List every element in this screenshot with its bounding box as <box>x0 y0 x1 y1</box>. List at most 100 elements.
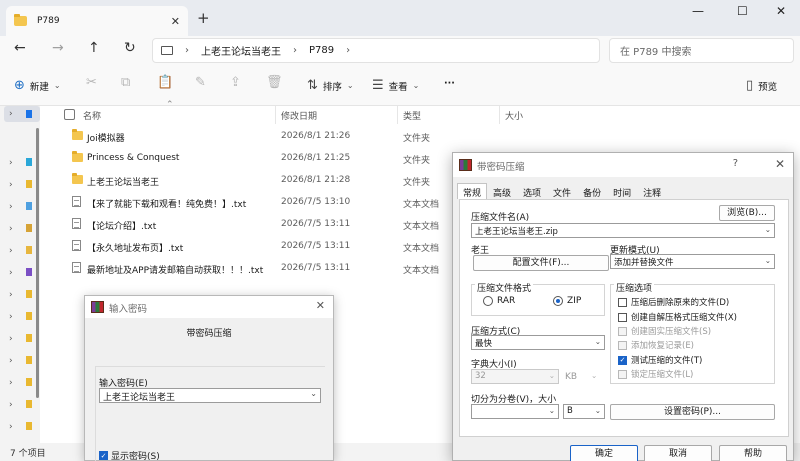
show-password-checkbox[interactable]: ✓ 显示密码(S) <box>99 449 160 461</box>
chevron-right-icon[interactable]: › <box>9 202 13 212</box>
rename-icon[interactable]: ✎ <box>195 75 206 90</box>
help-icon[interactable]: ? <box>733 158 738 169</box>
cancel-button[interactable]: 取消 <box>644 445 712 461</box>
ok-button[interactable]: 确定 <box>570 445 638 461</box>
profiles-button[interactable]: 配置文件(F)... <box>473 255 609 271</box>
solid-archive-checkbox[interactable]: 创建固实压缩文件(S) <box>618 325 711 337</box>
chevron-down-icon[interactable]: ⌄ <box>549 371 555 380</box>
share-icon[interactable]: ⇪ <box>230 75 241 90</box>
chevron-right-icon[interactable]: › <box>9 246 13 256</box>
cut-icon[interactable]: ✂ <box>86 75 97 90</box>
password-input[interactable]: 上老王论坛当老王 ⌄ <box>99 388 321 403</box>
chevron-down-icon: ⌄ <box>53 81 61 90</box>
breadcrumb-item[interactable]: P789 <box>309 45 334 56</box>
close-dialog-button[interactable]: ✕ <box>316 299 325 312</box>
chevron-down-icon[interactable]: ⌄ <box>595 337 601 346</box>
minimize-button[interactable]: — <box>692 4 704 18</box>
dict-size-select[interactable]: 32 ⌄ <box>471 369 559 384</box>
breadcrumb-item[interactable]: 上老王论坛当老王 <box>201 43 281 58</box>
select-all-checkbox[interactable] <box>64 109 75 120</box>
back-button[interactable]: ← <box>14 40 26 56</box>
tab-files[interactable]: 文件 <box>547 183 577 199</box>
column-date[interactable]: 修改日期 <box>281 109 317 122</box>
close-tab-icon[interactable]: ✕ <box>171 15 180 28</box>
dialog-title-bar[interactable]: 带密码压缩 ? ✕ <box>453 153 793 177</box>
new-tab-button[interactable]: + <box>197 9 210 27</box>
chevron-down-icon[interactable]: ⌄ <box>591 371 597 380</box>
paste-icon[interactable]: 📋 <box>157 75 173 90</box>
chevron-down-icon[interactable]: ⌄ <box>310 389 317 398</box>
test-archive-checkbox[interactable]: ✓ 测试压缩的文件(T) <box>618 354 702 366</box>
split-unit-select[interactable]: B ⌄ <box>563 404 605 419</box>
dialog-title-bar[interactable]: 输入密码 ✕ <box>85 296 333 318</box>
file-row[interactable]: Joi模拟器 2026/8/1 21:26 文件夹 <box>40 126 800 147</box>
close-dialog-button[interactable]: ✕ <box>775 157 785 171</box>
chevron-right-icon[interactable]: › <box>9 400 13 410</box>
tab-comment[interactable]: 注释 <box>637 183 667 199</box>
format-rar-radio[interactable]: RAR <box>483 296 515 306</box>
chevron-right-icon[interactable]: › <box>9 334 13 344</box>
tab-backup[interactable]: 备份 <box>577 183 607 199</box>
new-button[interactable]: ⊕ 新建 ⌄ <box>14 78 61 93</box>
archive-name-input[interactable]: 上老王论坛当老王.zip ⌄ <box>471 223 775 238</box>
update-mode-value: 添加并替换文件 <box>614 258 674 268</box>
lock-archive-checkbox[interactable]: 锁定压缩文件(L) <box>618 368 693 380</box>
delete-icon[interactable]: 🗑 <box>266 75 283 90</box>
address-bar[interactable]: › 上老王论坛当老王 › P789 › <box>152 38 600 63</box>
column-divider[interactable] <box>397 106 398 124</box>
up-button[interactable]: ↑ <box>88 40 100 56</box>
tab-options[interactable]: 选项 <box>517 183 547 199</box>
more-options-button[interactable]: ··· <box>444 78 455 89</box>
browse-button[interactable]: 浏览(B)... <box>719 205 775 221</box>
chevron-right-icon[interactable]: › <box>346 45 350 56</box>
tab-p789[interactable]: P789 ✕ <box>6 6 188 36</box>
tab-advanced[interactable]: 高级 <box>487 183 517 199</box>
chevron-down-icon[interactable]: ⌄ <box>765 256 771 265</box>
option-label: 创建固实压缩文件(S) <box>631 327 712 337</box>
column-divider[interactable] <box>275 106 276 124</box>
column-type[interactable]: 类型 <box>403 109 421 122</box>
copy-icon[interactable]: ⧉ <box>121 75 130 90</box>
format-zip-radio[interactable]: ZIP <box>553 296 581 306</box>
preview-button[interactable]: ▯ 预览 <box>746 78 777 93</box>
radio-selected-icon <box>553 296 563 306</box>
chevron-right-icon[interactable]: › <box>9 224 13 234</box>
view-button[interactable]: ☰ 查看 ⌄ <box>372 78 419 93</box>
close-window-button[interactable]: ✕ <box>776 4 786 18</box>
chevron-right-icon[interactable]: › <box>9 422 13 432</box>
chevron-right-icon: › <box>185 45 189 56</box>
search-input[interactable]: 在 P789 中搜索 <box>609 38 794 63</box>
delete-after-checkbox[interactable]: 压缩后删除原来的文件(D) <box>618 296 729 308</box>
chevron-right-icon[interactable]: › <box>9 312 13 322</box>
sort-button[interactable]: ⇅ 排序 ⌄ <box>307 78 354 93</box>
forward-button[interactable]: → <box>52 40 64 56</box>
chevron-down-icon[interactable]: ⌄ <box>549 406 555 415</box>
tab-general[interactable]: 常规 <box>457 183 488 199</box>
refresh-button[interactable]: ↻ <box>124 40 136 56</box>
split-volume-input[interactable]: ⌄ <box>471 404 559 419</box>
column-divider[interactable] <box>499 106 500 124</box>
set-password-button[interactable]: 设置密码(P)... <box>610 404 775 420</box>
file-date: 2026/8/1 21:28 <box>281 175 351 185</box>
chevron-right-icon[interactable]: › <box>9 356 13 366</box>
chevron-right-icon[interactable]: › <box>9 180 13 190</box>
recovery-record-checkbox[interactable]: 添加恢复记录(E) <box>618 339 694 351</box>
chevron-down-icon[interactable]: ⌄ <box>765 225 771 234</box>
method-select[interactable]: 最快 ⌄ <box>471 335 605 350</box>
maximize-button[interactable]: ☐ <box>737 4 748 18</box>
chevron-right-icon[interactable]: › <box>9 109 13 119</box>
create-sfx-checkbox[interactable]: 创建自解压格式压缩文件(X) <box>618 311 737 323</box>
chevron-down-icon[interactable]: ⌄ <box>595 406 601 415</box>
folder-icon <box>26 246 32 254</box>
tab-time[interactable]: 时间 <box>607 183 637 199</box>
update-mode-select[interactable]: 添加并替换文件 ⌄ <box>610 254 775 269</box>
sidebar-scrollbar[interactable] <box>36 128 39 398</box>
chevron-right-icon[interactable]: › <box>9 158 13 168</box>
column-size[interactable]: 大小 <box>505 109 523 122</box>
chevron-right-icon[interactable]: › <box>9 268 13 278</box>
chevron-right-icon[interactable]: › <box>9 378 13 388</box>
help-button[interactable]: 帮助 <box>719 445 787 461</box>
column-name[interactable]: 名称 <box>83 109 101 122</box>
checkbox-icon <box>618 297 627 307</box>
chevron-right-icon[interactable]: › <box>9 290 13 300</box>
